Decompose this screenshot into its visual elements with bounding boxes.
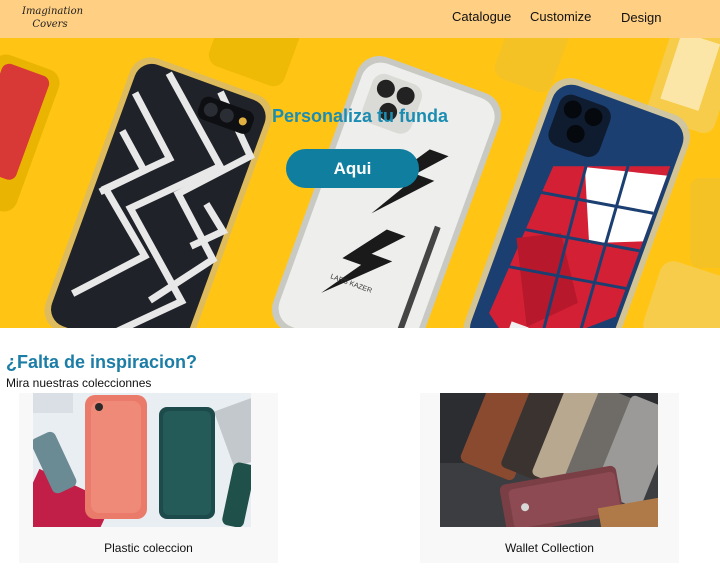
collection-card-plastic[interactable]: Plastic coleccion bbox=[19, 393, 278, 563]
brand-logo[interactable]: Imagination Covers bbox=[22, 5, 84, 31]
top-navbar: Imagination Covers Catalogue Customize D… bbox=[0, 0, 720, 38]
wallet-collection-image bbox=[440, 393, 658, 527]
logo-line-1: Imagination bbox=[22, 6, 84, 17]
hero-title: Personaliza tu funda bbox=[271, 106, 449, 126]
hero-banner: LARS KAZER Personaliza tu funda Aqui bbox=[0, 38, 720, 328]
wallet-collection-label: Wallet Collection bbox=[505, 541, 594, 555]
section-title: ¿Falta de inspiracion? bbox=[6, 352, 198, 372]
nav-customize-link[interactable]: Customize bbox=[530, 9, 591, 24]
plastic-collection-image bbox=[33, 393, 251, 527]
logo-line-2: Covers bbox=[32, 19, 68, 30]
nav-design-link[interactable]: Design bbox=[621, 10, 661, 25]
hero-cta-button[interactable]: Aqui bbox=[286, 149, 419, 188]
nav-catalogue-link[interactable]: Catalogue bbox=[452, 9, 511, 24]
plastic-collection-label: Plastic coleccion bbox=[104, 541, 193, 555]
section-subtitle: Mira nuestras coleccionnes bbox=[6, 376, 152, 390]
collection-card-wallet[interactable]: Wallet Collection bbox=[420, 393, 679, 563]
